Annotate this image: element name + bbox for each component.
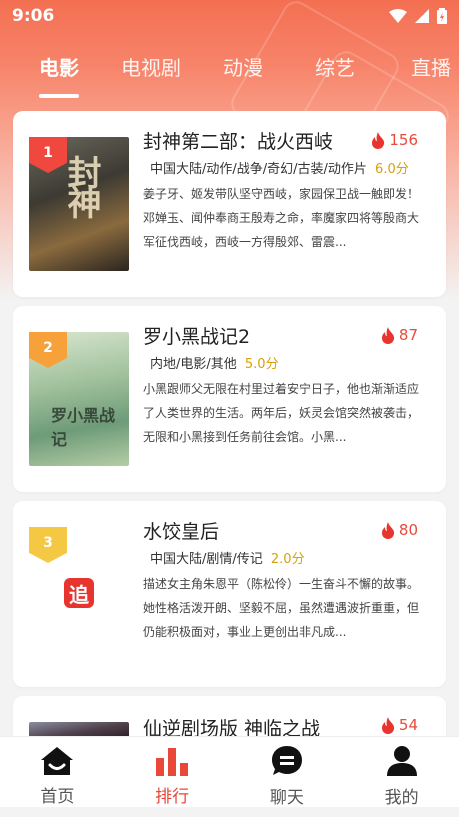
flame-icon bbox=[381, 521, 395, 539]
ranking-card[interactable]: 追 3 水饺皇后 80 中国大陆/剧情/传记 2.0分 描述女主角朱恩平（陈松伶… bbox=[13, 501, 446, 687]
bottom-navigation: 首页 排行 聊天 我的 bbox=[0, 736, 459, 808]
battery-icon bbox=[437, 8, 447, 24]
nav-chat[interactable]: 聊天 bbox=[230, 737, 345, 808]
flame-icon bbox=[372, 131, 385, 149]
movie-genres: 内地/电影/其他 bbox=[150, 357, 237, 372]
movie-poster bbox=[29, 722, 129, 736]
flame-icon bbox=[381, 716, 395, 734]
ranking-card[interactable]: 仙逆剧场版 神临之战 54 bbox=[13, 696, 446, 740]
movie-meta: 中国大陆/动作/战争/奇幻/古装/动作片 6.0分 bbox=[150, 158, 409, 177]
popularity-count: 80 bbox=[398, 521, 418, 539]
poster-title: 罗小黑战记 bbox=[51, 406, 116, 449]
wifi-icon bbox=[389, 9, 407, 23]
signal-icon bbox=[415, 9, 429, 23]
tab-tv-series[interactable]: 电视剧 bbox=[105, 52, 197, 81]
popularity-count: 54 bbox=[398, 716, 418, 734]
popularity-count: 156 bbox=[389, 131, 418, 149]
movie-title: 水饺皇后 bbox=[143, 521, 220, 543]
popularity: 54 bbox=[381, 716, 418, 734]
profile-icon bbox=[385, 745, 419, 777]
nav-label: 首页 bbox=[40, 787, 75, 807]
movie-meta: 内地/电影/其他 5.0分 bbox=[150, 353, 279, 372]
status-time: 9:06 bbox=[12, 6, 55, 26]
app-logo: 追 bbox=[64, 578, 94, 608]
movie-meta: 中国大陆/剧情/传记 2.0分 bbox=[150, 548, 305, 567]
tab-label: 直播 bbox=[411, 56, 451, 80]
status-bar: 9:06 bbox=[0, 0, 459, 32]
tab-label: 动漫 bbox=[223, 56, 263, 80]
movie-title: 封神第二部：战火西岐 bbox=[143, 131, 334, 153]
nav-profile[interactable]: 我的 bbox=[344, 737, 459, 808]
active-tab-indicator bbox=[39, 94, 79, 98]
tab-label: 电视剧 bbox=[121, 56, 181, 80]
chat-icon bbox=[270, 745, 304, 777]
popularity: 87 bbox=[381, 326, 418, 344]
ranking-card[interactable]: 罗小黑战记 2 罗小黑战记2 87 内地/电影/其他 5.0分 小黑跟师父无限在… bbox=[13, 306, 446, 492]
tab-movie[interactable]: 电影 bbox=[13, 52, 105, 98]
nav-label: 我的 bbox=[384, 788, 419, 808]
ranking-icon bbox=[155, 745, 189, 776]
system-gesture-area bbox=[0, 807, 459, 817]
rank-number: 3 bbox=[43, 535, 53, 551]
ranking-card[interactable]: 封神 1 封神第二部：战火西岐 156 中国大陆/动作/战争/奇幻/古装/动作片… bbox=[13, 111, 446, 297]
movie-score: 2.0分 bbox=[270, 552, 305, 567]
movie-genres: 中国大陆/剧情/传记 bbox=[150, 552, 263, 567]
nav-home[interactable]: 首页 bbox=[0, 737, 115, 807]
tab-label: 电影 bbox=[39, 56, 79, 80]
nav-label: 排行 bbox=[155, 787, 190, 807]
category-tabs: 电影 电视剧 动漫 综艺 直播 bbox=[0, 52, 459, 102]
tab-variety[interactable]: 综艺 bbox=[289, 52, 381, 81]
flame-icon bbox=[381, 326, 395, 344]
tab-live[interactable]: 直播 bbox=[381, 52, 451, 81]
movie-score: 6.0分 bbox=[375, 162, 409, 177]
movie-description: 小黑跟师父无限在村里过着安宁日子，他也渐渐适应了人类世界的生活。两年后，妖灵会馆… bbox=[143, 382, 419, 444]
popularity: 80 bbox=[381, 521, 418, 539]
rank-number: 1 bbox=[43, 145, 53, 161]
movie-title: 罗小黑战记2 bbox=[143, 326, 251, 348]
movie-genres: 中国大陆/动作/战争/奇幻/古装/动作片 bbox=[150, 162, 367, 177]
nav-label: 聊天 bbox=[269, 788, 304, 808]
tab-anime[interactable]: 动漫 bbox=[197, 52, 289, 81]
popularity: 156 bbox=[371, 131, 418, 149]
movie-score: 5.0分 bbox=[244, 357, 279, 372]
status-icons bbox=[389, 8, 447, 24]
movie-description: 姜子牙、姬发带队坚守西岐，家园保卫战一触即发！邓婵玉、闻仲奉商王殷寿之命，率魔家… bbox=[143, 187, 419, 249]
rank-number: 2 bbox=[43, 340, 53, 356]
movie-description: 描述女主角朱恩平（陈松伶）一生奋斗不懈的故事。她性格活泼开朗、坚毅不屈，虽然遭遇… bbox=[143, 577, 419, 639]
nav-ranking[interactable]: 排行 bbox=[115, 737, 230, 807]
app-logo-text: 追 bbox=[69, 582, 89, 607]
home-icon bbox=[40, 745, 74, 776]
tab-label: 综艺 bbox=[315, 56, 355, 80]
popularity-count: 87 bbox=[398, 326, 418, 344]
